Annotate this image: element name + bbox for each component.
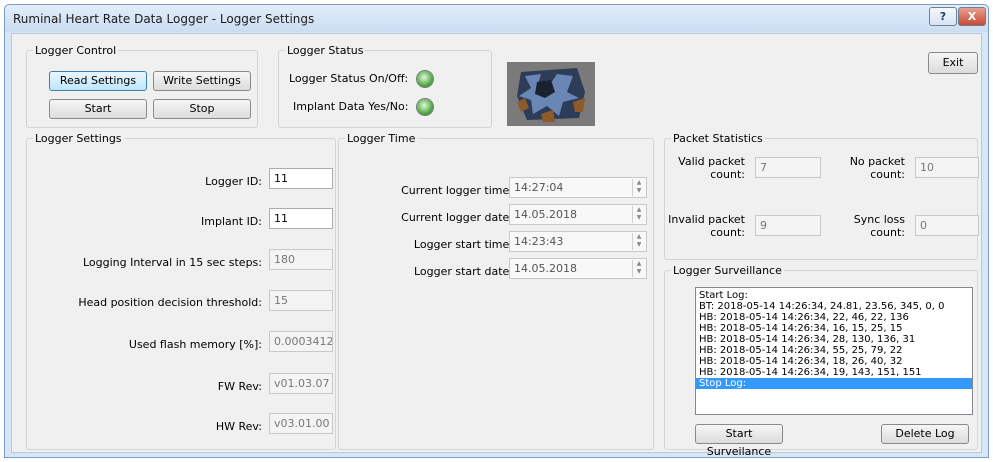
logo-image — [507, 62, 595, 126]
flash-memory-field: 0.000341257 — [269, 331, 333, 352]
no-packet-field: 10 — [915, 157, 979, 178]
current-time-value: 14:27:04 — [514, 181, 564, 194]
logger-surveillance-title: Logger Surveillance — [671, 264, 784, 277]
start-date-label: Logger start date: — [413, 265, 513, 278]
logger-surveillance-group: Logger Surveillance Start Log: BT: 2018-… — [664, 264, 978, 458]
logger-id-label: Logger ID: — [205, 175, 262, 188]
hw-rev-label: HW Rev: — [215, 420, 262, 433]
logger-settings-title: Logger Settings — [33, 132, 124, 145]
status-indicator-icon — [417, 71, 433, 87]
spin-up-icon[interactable]: ▲ — [633, 233, 645, 241]
start-button[interactable]: Start — [49, 99, 147, 119]
implant-indicator-icon — [417, 99, 433, 115]
log-line[interactable]: HB: 2018-05-14 14:26:34, 28, 130, 136, 3… — [696, 334, 972, 345]
log-line[interactable]: HB: 2018-05-14 14:26:34, 22, 46, 22, 136 — [696, 312, 972, 323]
log-line[interactable]: BT: 2018-05-14 14:26:34, 24.81, 23.56, 3… — [696, 301, 972, 312]
window-title: Ruminal Heart Rate Data Logger - Logger … — [13, 12, 315, 26]
logger-control-title: Logger Control — [33, 44, 119, 57]
start-date-value: 14.05.2018 — [514, 262, 577, 275]
head-threshold-field: 15 — [269, 290, 333, 311]
hw-rev-field: v03.01.00 — [269, 413, 333, 434]
app-window: Ruminal Heart Rate Data Logger - Logger … — [4, 4, 989, 458]
no-packet-label: No packet count: — [849, 155, 905, 181]
sync-loss-field: 0 — [915, 215, 979, 236]
implant-data-label: Implant Data Yes/No: — [293, 100, 409, 113]
current-time-spinner[interactable]: ▲ ▼ — [632, 179, 645, 196]
delete-log-button[interactable]: Delete Log — [881, 424, 969, 444]
start-date-field[interactable]: 14.05.2018 ▲ ▼ — [509, 258, 647, 279]
logging-interval-field: 180 — [269, 249, 333, 270]
fw-rev-label: FW Rev: — [217, 380, 262, 393]
start-time-value: 14:23:43 — [514, 235, 564, 248]
logging-interval-label: Logging Interval in 15 sec steps: — [82, 256, 262, 269]
start-surveillance-button[interactable]: Start Surveilance — [695, 424, 783, 458]
start-date-spinner[interactable]: ▲ ▼ — [632, 260, 645, 277]
exit-button[interactable]: Exit — [928, 52, 978, 74]
head-threshold-label: Head position decision threshold: — [78, 296, 262, 309]
packet-statistics-title: Packet Statistics — [671, 132, 765, 145]
spin-down-icon[interactable]: ▼ — [633, 187, 645, 195]
logger-settings-group: Logger Settings Logger ID: 11 Implant ID… — [26, 132, 336, 450]
logger-status-title: Logger Status — [285, 44, 366, 57]
invalid-packet-field: 9 — [755, 215, 821, 236]
heart-logo-icon — [507, 62, 595, 126]
current-date-field[interactable]: 14.05.2018 ▲ ▼ — [509, 204, 647, 225]
log-line[interactable]: HB: 2018-05-14 14:26:34, 55, 25, 79, 22 — [696, 345, 972, 356]
client-area: Logger Control Read Settings Write Setti… — [11, 33, 982, 458]
sync-loss-label: Sync loss count: — [853, 213, 905, 239]
spin-up-icon[interactable]: ▲ — [633, 206, 645, 214]
start-time-field[interactable]: 14:23:43 ▲ ▼ — [509, 231, 647, 252]
spin-down-icon[interactable]: ▼ — [633, 268, 645, 276]
flash-memory-label: Used flash memory [%]: — [128, 338, 262, 351]
spin-up-icon[interactable]: ▲ — [633, 260, 645, 268]
current-date-value: 14.05.2018 — [514, 208, 577, 221]
logger-time-title: Logger Time — [345, 132, 418, 145]
fw-rev-field: v01.03.07 — [269, 373, 333, 394]
close-button[interactable]: X — [958, 7, 986, 26]
status-label: Logger Status On/Off: — [289, 72, 409, 85]
log-line[interactable]: HB: 2018-05-14 14:26:34, 19, 143, 151, 1… — [696, 367, 972, 378]
logger-id-field[interactable]: 11 — [269, 168, 333, 189]
spin-up-icon[interactable]: ▲ — [633, 179, 645, 187]
title-bar: Ruminal Heart Rate Data Logger - Logger … — [5, 5, 988, 32]
surveillance-log-list[interactable]: Start Log: BT: 2018-05-14 14:26:34, 24.8… — [695, 287, 973, 415]
logger-status-group: Logger Status Logger Status On/Off: Impl… — [278, 44, 492, 128]
spin-down-icon[interactable]: ▼ — [633, 214, 645, 222]
implant-id-label: Implant ID: — [201, 215, 262, 228]
log-line[interactable]: HB: 2018-05-14 14:26:34, 18, 26, 40, 32 — [696, 356, 972, 367]
write-settings-button[interactable]: Write Settings — [153, 71, 251, 91]
help-button[interactable]: ? — [929, 7, 957, 26]
stop-button[interactable]: Stop — [153, 99, 251, 119]
spin-down-icon[interactable]: ▼ — [633, 241, 645, 249]
implant-id-field[interactable]: 11 — [269, 208, 333, 229]
log-line[interactable]: HB: 2018-05-14 14:26:34, 16, 15, 25, 15 — [696, 323, 972, 334]
current-time-field[interactable]: 14:27:04 ▲ ▼ — [509, 177, 647, 198]
log-line[interactable]: Start Log: — [696, 290, 972, 301]
valid-packet-field: 7 — [755, 157, 821, 178]
current-date-spinner[interactable]: ▲ ▼ — [632, 206, 645, 223]
packet-statistics-group: Packet Statistics Valid packet count: 7 N… — [664, 132, 979, 260]
start-time-spinner[interactable]: ▲ ▼ — [632, 233, 645, 250]
invalid-packet-label: Invalid packet count: — [668, 213, 745, 239]
read-settings-button[interactable]: Read Settings — [49, 71, 147, 91]
log-line-selected[interactable]: Stop Log: — [696, 378, 972, 389]
current-time-label: Current logger time: — [401, 184, 513, 197]
valid-packet-label: Valid packet count: — [678, 155, 745, 181]
logger-time-group: Logger Time Current logger time: 14:27:0… — [338, 132, 654, 450]
current-date-label: Current logger date: — [401, 211, 513, 224]
logger-control-group: Logger Control Read Settings Write Setti… — [26, 44, 258, 128]
start-time-label: Logger start time: — [413, 238, 513, 251]
